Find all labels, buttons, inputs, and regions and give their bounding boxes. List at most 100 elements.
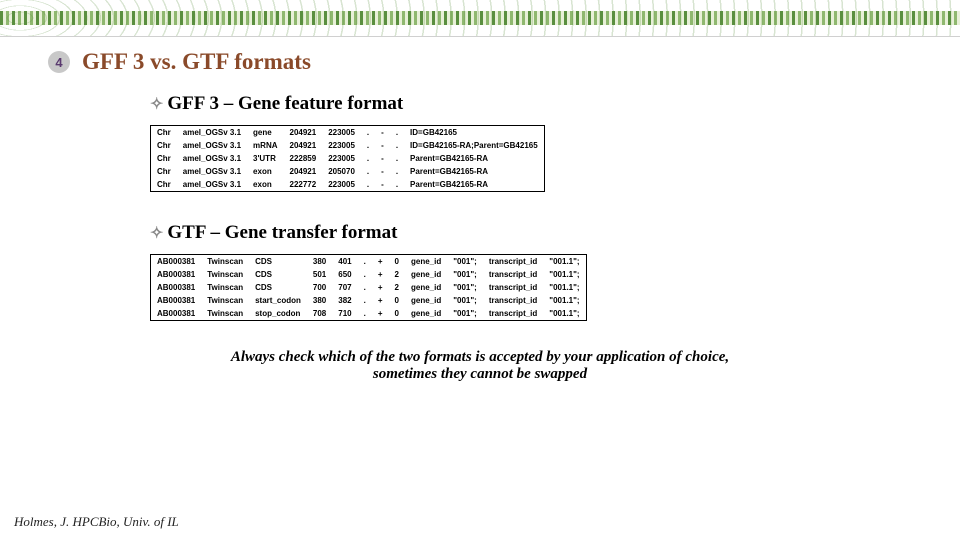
table-cell: exon [247,178,283,192]
table-row: Chramel_OGSv 3.1exon222772223005.-.Paren… [151,178,545,192]
table-cell: Chr [151,178,177,192]
diamond-icon: ✧ [150,225,163,242]
table-cell: amel_OGSv 3.1 [177,165,247,178]
table-cell: + [372,255,389,269]
table-cell: 3'UTR [247,152,283,165]
table-row: AB000381Twinscanstart_codon380382.+0gene… [151,294,587,307]
table-cell: 501 [307,268,332,281]
table-cell: . [361,152,375,165]
table-cell: "001.1"; [543,255,586,269]
table-cell: 223005 [322,139,361,152]
section2-label: GTF – Gene transfer format [167,222,397,243]
table-cell: . [361,178,375,192]
table-cell: amel_OGSv 3.1 [177,152,247,165]
title-row: 4 GFF 3 vs. GTF formats [0,37,960,75]
page-title: GFF 3 vs. GTF formats [82,49,311,75]
table-cell: Chr [151,152,177,165]
table-cell: Twinscan [201,307,249,321]
table-cell: CDS [249,268,307,281]
table-cell: . [358,281,372,294]
gff3-table: Chramel_OGSv 3.1gene204921223005.-.ID=GB… [150,125,545,192]
table-cell: gene_id [405,281,447,294]
table-cell: gene_id [405,294,447,307]
table-cell: "001"; [447,281,483,294]
table-cell: "001.1"; [543,268,586,281]
table-cell: + [372,281,389,294]
table-cell: gene_id [405,307,447,321]
footer-note: Always check which of the two formats is… [0,349,960,383]
table-cell: 223005 [322,152,361,165]
section1-heading: ✧GFF 3 – Gene feature format [150,93,960,115]
table-cell: 382 [332,294,357,307]
table-row: Chramel_OGSv 3.1mRNA204921223005.-. ID=G… [151,139,545,152]
table-cell: . [390,126,404,140]
table-cell: 2 [389,281,405,294]
table-cell: . [361,126,375,140]
table-cell: AB000381 [151,268,202,281]
table-cell: . [390,165,404,178]
table-cell: "001.1"; [543,281,586,294]
diamond-icon: ✧ [150,96,163,113]
table-cell: - [375,139,390,152]
table-cell: + [372,307,389,321]
table-cell: Parent=GB42165-RA [404,165,544,178]
table-cell: . [390,178,404,192]
table-cell: CDS [249,281,307,294]
footer-line2: sometimes they cannot be swapped [373,366,587,382]
table-cell: + [372,268,389,281]
section-number-badge: 4 [48,51,70,73]
footer-line1: Always check which of the two formats is… [231,349,729,365]
table-cell: - [375,126,390,140]
table-cell: 650 [332,268,357,281]
table-cell: . [358,255,372,269]
table-cell: 710 [332,307,357,321]
table-row: Chramel_OGSv 3.13'UTR222859223005.-. Par… [151,152,545,165]
table-cell: "001.1"; [543,307,586,321]
table-cell: Parent=GB42165-RA [404,178,544,192]
table-row: AB000381TwinscanCDS501650.+2gene_id"001"… [151,268,587,281]
table-cell: - [375,178,390,192]
table-cell: mRNA [247,139,283,152]
table-cell: transcript_id [483,281,543,294]
table-cell: Twinscan [201,268,249,281]
table-row: Chramel_OGSv 3.1gene204921223005.-.ID=GB… [151,126,545,140]
table-cell: Twinscan [201,255,249,269]
table-cell: gene_id [405,268,447,281]
table-cell: transcript_id [483,255,543,269]
table-cell: 222772 [284,178,323,192]
table-cell: 401 [332,255,357,269]
table-cell: . [358,268,372,281]
table-cell: 0 [389,255,405,269]
table-cell: "001.1"; [543,294,586,307]
table-cell: . [361,139,375,152]
table-row: AB000381Twinscanstop_codon708710.+0gene_… [151,307,587,321]
table-cell: . [390,139,404,152]
table-cell: "001"; [447,255,483,269]
table-cell: 380 [307,294,332,307]
table-cell: Chr [151,126,177,140]
table-row: AB000381TwinscanCDS700707.+2gene_id"001"… [151,281,587,294]
table-cell: 223005 [322,126,361,140]
table-cell: gene_id [405,255,447,269]
table-cell: amel_OGSv 3.1 [177,126,247,140]
table-cell: 380 [307,255,332,269]
table-cell: 700 [307,281,332,294]
table-cell: . [361,165,375,178]
table-cell: Parent=GB42165-RA [404,152,544,165]
table-cell: AB000381 [151,255,202,269]
table-cell: Chr [151,139,177,152]
table-cell: 204921 [284,139,323,152]
table-row: AB000381TwinscanCDS380401.+0gene_id"001"… [151,255,587,269]
table-cell: transcript_id [483,307,543,321]
table-cell: 205070 [322,165,361,178]
table-cell: gene [247,126,283,140]
table-cell: "001"; [447,307,483,321]
table-cell: stop_codon [249,307,307,321]
table-cell: transcript_id [483,294,543,307]
table-cell: . [390,152,404,165]
table-cell: 708 [307,307,332,321]
credit: Holmes, J. HPCBio, Univ. of IL [14,514,179,530]
table-cell: AB000381 [151,281,202,294]
section2-heading: ✧GTF – Gene transfer format [150,222,960,244]
dna-banner [0,0,960,37]
